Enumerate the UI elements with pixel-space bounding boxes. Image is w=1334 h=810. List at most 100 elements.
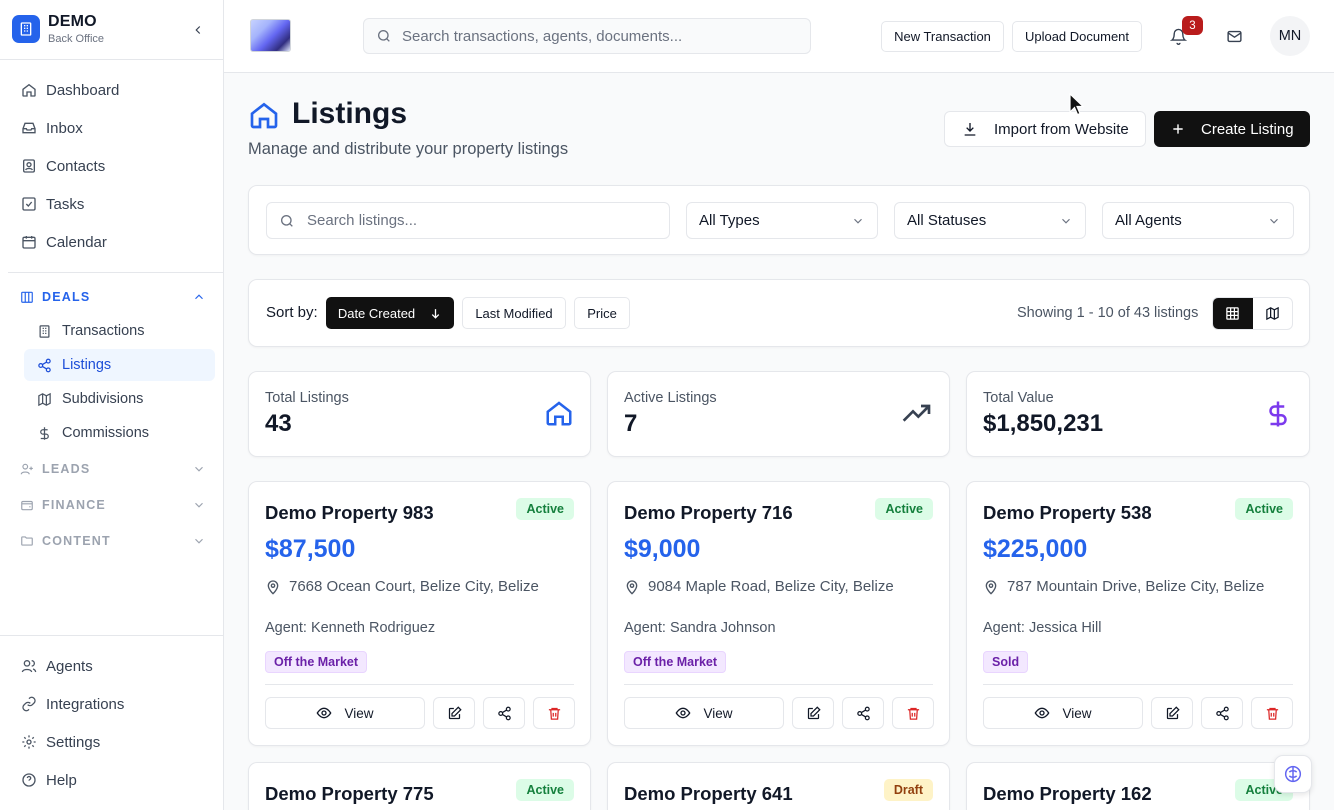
view-listing-button[interactable]: View [624,697,784,729]
sort-last-modified-button[interactable]: Last Modified [462,297,566,329]
nav-item-tasks[interactable]: Tasks [12,187,212,221]
eye-icon [317,707,332,719]
share-listing-button[interactable] [483,697,525,729]
section-label: CONTENT [42,534,111,548]
sort-price-button[interactable]: Price [574,297,630,329]
chevron-down-icon [1062,218,1070,224]
nav-item-label: Calendar [46,233,107,251]
type-select[interactable]: All Types [686,202,878,239]
page-title: Listings [292,97,408,130]
edit-listing-button[interactable] [433,697,475,729]
share-listing-button[interactable] [1201,697,1243,729]
global-search[interactable] [363,18,811,54]
nav-item-label: Integrations [46,695,125,713]
stat-label: Total Value [983,390,1054,406]
listing-card[interactable]: Demo Property 983 Active $87,500 7668 Oc… [248,481,591,746]
stat-value: 7 [624,410,638,437]
search-icon [281,214,293,227]
user-avatar[interactable]: MN [1270,16,1310,56]
edit-listing-button[interactable] [792,697,834,729]
status-badge: Active [516,498,574,520]
collapse-sidebar-button[interactable] [188,20,208,40]
delete-listing-button[interactable] [533,697,575,729]
listing-agent: Agent: Jessica Hill [983,620,1102,636]
edit-listing-button[interactable] [1151,697,1193,729]
assistant-floating-button[interactable] [1274,755,1312,793]
section-content[interactable]: CONTENT [12,529,212,553]
listing-card[interactable]: Demo Property 162 Active [966,762,1310,810]
assistant-icon [1284,765,1302,783]
view-listing-button[interactable]: View [265,697,425,729]
share-listing-button[interactable] [842,697,884,729]
delete-listing-button[interactable] [892,697,934,729]
map-view-button[interactable] [1253,298,1293,329]
chevron-up-icon [195,294,203,300]
listing-title: Demo Property 162 [983,783,1152,804]
sidebar-item-transactions[interactable]: Transactions [24,315,215,347]
create-listing-button[interactable]: Create Listing [1154,111,1310,147]
select-value: All Statuses [907,212,987,229]
address-text: 7668 Ocean Court, Belize City, Belize [289,578,539,595]
sort-option-label: Date Created [337,305,416,321]
agent-select[interactable]: All Agents [1102,202,1294,239]
nav-item-label: Help [46,771,77,789]
upload-document-button[interactable]: Upload Document [1012,21,1142,52]
status-select[interactable]: All Statuses [894,202,1086,239]
nav-item-agents[interactable]: Agents [12,649,212,683]
listing-title: Demo Property 538 [983,502,1152,523]
nav-item-calendar[interactable]: Calendar [12,225,212,259]
listing-price: $9,000 [624,535,701,563]
map-pin-icon [626,579,638,595]
company-logo-image [250,19,291,52]
map-icon [36,391,52,407]
sort-date-created-button[interactable]: Date Created [326,297,454,329]
nav-item-label: Agents [46,657,93,675]
listing-tag: Sold [983,651,1029,673]
nav-item-help[interactable]: Help [12,763,212,797]
trash-icon [1266,707,1278,720]
map-pin-icon [985,579,997,595]
page-subtitle: Manage and distribute your property list… [248,140,569,158]
section-finance[interactable]: FINANCE [12,493,212,517]
grid-view-button[interactable] [1213,298,1253,329]
nav-item-contacts[interactable]: Contacts [12,149,212,183]
stat-value: 43 [265,410,292,437]
section-leads[interactable]: LEADS [12,457,212,481]
contacts-icon [20,157,38,175]
edit-icon [1166,705,1180,719]
nav-item-label: Contacts [46,157,106,175]
nav-item-dashboard[interactable]: Dashboard [12,73,212,107]
share-icon [36,357,52,373]
nav-item-inbox[interactable]: Inbox [12,111,212,145]
messages-button[interactable] [1218,20,1250,52]
nav-item-label: Tasks [46,195,85,213]
stat-label: Total Listings [265,390,349,406]
listing-price: $87,500 [265,535,356,563]
global-search-input[interactable] [402,27,792,45]
sidebar-item-commissions[interactable]: Commissions [24,417,215,449]
nav-item-settings[interactable]: Settings [12,725,212,759]
status-badge: Active [516,779,574,801]
divider [983,684,1293,685]
stat-card-total-value: Total Value $1,850,231 [966,371,1310,457]
sidebar-item-subdivisions[interactable]: Subdivisions [24,383,215,415]
new-transaction-button[interactable]: New Transaction [881,21,1004,52]
button-label: View [1062,705,1092,721]
section-label: LEADS [42,462,91,476]
listing-card[interactable]: Demo Property 775 Active [248,762,591,810]
listing-card[interactable]: Demo Property 641 Draft [607,762,950,810]
section-deals[interactable]: DEALS [12,285,212,309]
listing-search[interactable] [266,202,670,239]
sidebar-item-listings[interactable]: Listings [24,349,215,381]
brand-subtitle: Back Office [48,33,105,45]
listing-card[interactable]: Demo Property 716 Active $9,000 9084 Map… [607,481,950,746]
listing-search-input[interactable] [307,212,667,229]
sidebar-item-label: Subdivisions [62,391,144,407]
delete-listing-button[interactable] [1251,697,1293,729]
listing-tag: Off the Market [265,651,368,673]
import-from-website-button[interactable]: Import from Website [944,111,1146,147]
button-label: View [344,705,374,721]
nav-item-integrations[interactable]: Integrations [12,687,212,721]
view-listing-button[interactable]: View [983,697,1143,729]
listing-card[interactable]: Demo Property 538 Active $225,000 787 Mo… [966,481,1310,746]
